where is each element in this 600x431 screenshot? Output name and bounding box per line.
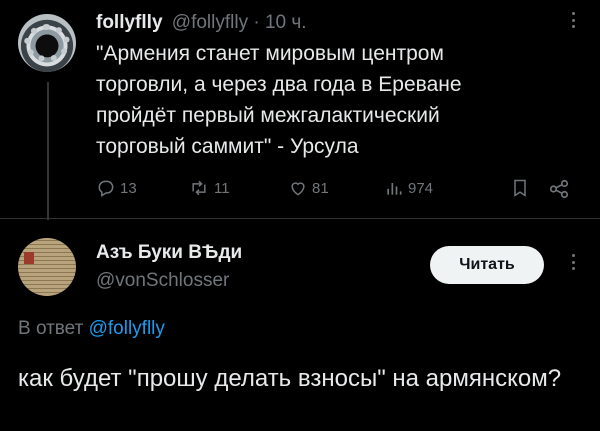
like-button[interactable]: 81 xyxy=(288,178,329,198)
like-count: 81 xyxy=(312,179,329,197)
repost-icon xyxy=(192,180,206,196)
author-name[interactable]: Азъ Буки ВѢди xyxy=(96,242,242,264)
follow-button[interactable]: Читать xyxy=(430,246,544,284)
views-count: 974 xyxy=(408,179,434,197)
reply-to-label: В ответ xyxy=(18,318,84,339)
reply-icon xyxy=(98,180,114,197)
reply-button[interactable]: 13 xyxy=(96,178,137,198)
share-button[interactable] xyxy=(548,178,574,200)
tweet-text: как будет "прошу делать взносы" на армян… xyxy=(18,365,562,392)
tweet-header: follyflly @follyflly · 10 ч. xyxy=(96,12,307,34)
author-name[interactable]: follyflly xyxy=(96,12,163,33)
author-handle-time[interactable]: @follyflly · 10 ч. xyxy=(172,12,307,33)
share-icon xyxy=(549,179,569,199)
views-button[interactable]: 974 xyxy=(384,178,433,198)
more-options-icon[interactable] xyxy=(566,6,580,34)
avatar[interactable] xyxy=(18,14,76,72)
author-handle[interactable]: @vonSchlosser xyxy=(96,270,229,292)
divider xyxy=(0,218,600,219)
thread-connector-line xyxy=(47,82,49,220)
reply-count: 13 xyxy=(120,179,137,197)
more-options-icon[interactable] xyxy=(566,248,580,276)
views-icon xyxy=(387,183,402,195)
repost-count: 11 xyxy=(214,179,230,197)
tweet-actions: 13 11 81 974 xyxy=(96,178,576,204)
bookmark-button[interactable] xyxy=(510,178,534,198)
reply-to-line: В ответ @follyflly xyxy=(18,318,165,340)
bookmark-icon xyxy=(514,179,526,197)
tweet-text: "Армения станет мировым центром торговли… xyxy=(96,42,462,158)
reply-to-mention[interactable]: @follyflly xyxy=(89,318,165,339)
repost-button[interactable]: 11 xyxy=(188,178,230,198)
like-icon xyxy=(291,182,305,196)
avatar[interactable] xyxy=(18,238,76,296)
